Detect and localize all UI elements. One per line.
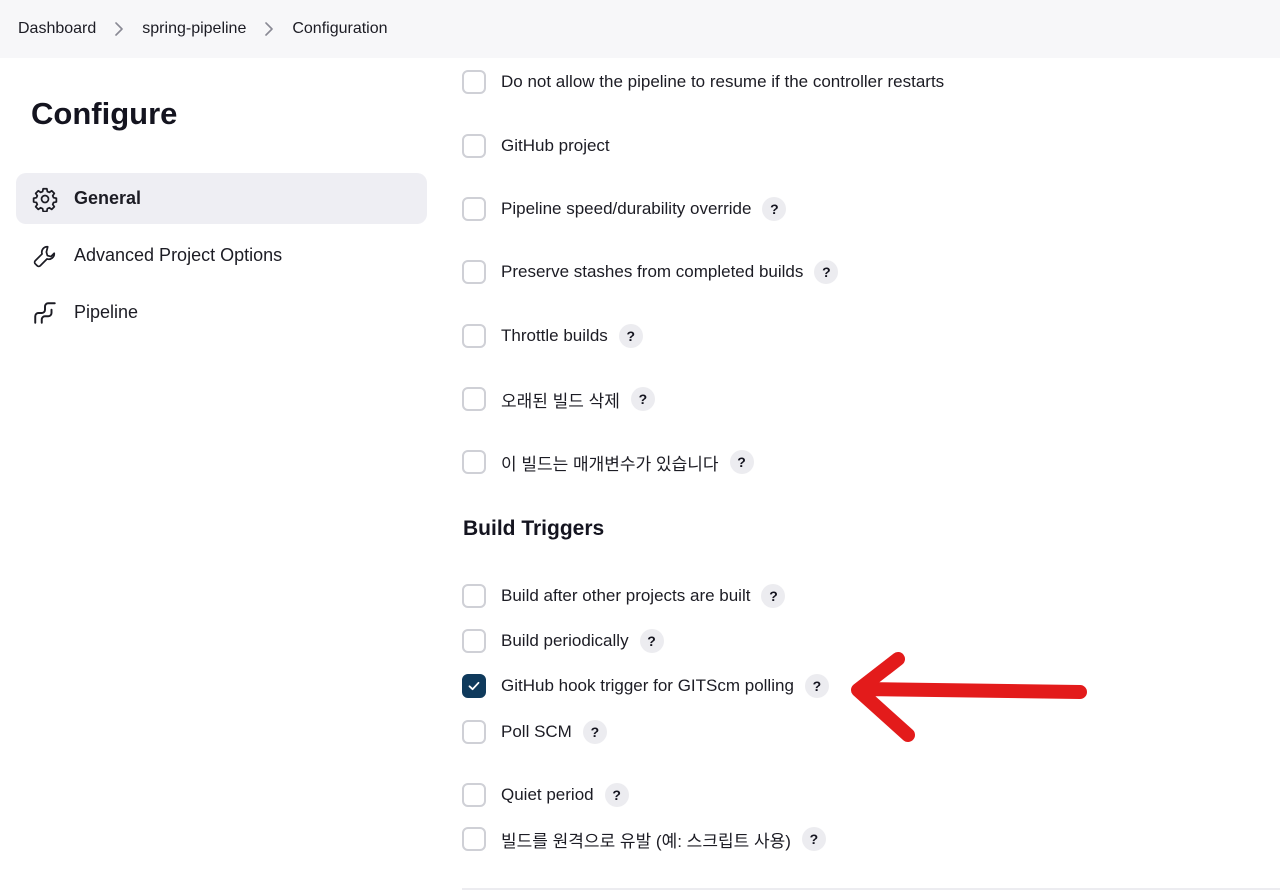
checkbox[interactable]	[462, 134, 486, 158]
breadcrumb: Dashboard spring-pipeline Configuration	[0, 0, 1280, 58]
gear-icon	[31, 185, 59, 213]
option-no-resume: Do not allow the pipeline to resume if t…	[462, 67, 944, 97]
option-label[interactable]: 오래된 빌드 삭제	[501, 387, 620, 412]
option-durability-override: Pipeline speed/durability override ?	[462, 194, 787, 224]
checkbox[interactable]	[462, 720, 486, 744]
trigger-remote-build: 빌드를 원격으로 유발 (예: 스크립트 사용) ?	[462, 824, 826, 854]
option-github-project: GitHub project	[462, 131, 610, 161]
help-icon[interactable]: ?	[630, 387, 655, 411]
help-icon[interactable]: ?	[618, 324, 643, 348]
option-label[interactable]: GitHub hook trigger for GITScm polling	[501, 676, 794, 696]
option-label[interactable]: Build periodically	[501, 631, 629, 651]
checkbox[interactable]	[462, 827, 486, 851]
chevron-right-icon	[263, 22, 275, 36]
option-label[interactable]: GitHub project	[501, 136, 610, 156]
help-icon[interactable]: ?	[801, 827, 826, 851]
option-label[interactable]: 이 빌드는 매개변수가 있습니다	[501, 450, 719, 475]
sidebar-item-general[interactable]: General	[16, 173, 427, 224]
checkbox[interactable]	[462, 197, 486, 221]
option-label[interactable]: Pipeline speed/durability override	[501, 199, 751, 219]
checkbox[interactable]	[462, 783, 486, 807]
option-discard-old-builds: 오래된 빌드 삭제 ?	[462, 384, 655, 414]
divider	[462, 888, 1280, 890]
option-preserve-stashes: Preserve stashes from completed builds ?	[462, 257, 839, 287]
breadcrumb-spring-pipeline[interactable]: spring-pipeline	[142, 20, 246, 38]
option-label[interactable]: Poll SCM	[501, 722, 572, 742]
section-title-build-triggers: Build Triggers	[463, 517, 605, 540]
help-icon[interactable]: ?	[814, 260, 839, 284]
help-icon[interactable]: ?	[639, 629, 664, 653]
help-icon[interactable]: ?	[604, 783, 629, 807]
sidebar-item-advanced-project-options[interactable]: Advanced Project Options	[16, 230, 427, 281]
option-label[interactable]: Quiet period	[501, 785, 594, 805]
option-label[interactable]: 빌드를 원격으로 유발 (예: 스크립트 사용)	[501, 827, 791, 852]
trigger-github-hook: GitHub hook trigger for GITScm polling ?	[462, 671, 829, 701]
checkbox[interactable]	[462, 387, 486, 411]
sidebar-item-label: Pipeline	[74, 302, 139, 322]
trigger-quiet-period: Quiet period ?	[462, 780, 629, 810]
annotation-arrow-icon	[851, 652, 1087, 742]
option-label[interactable]: Build after other projects are built	[501, 586, 750, 606]
option-label[interactable]: Do not allow the pipeline to resume if t…	[501, 72, 944, 92]
breadcrumb-dashboard[interactable]: Dashboard	[18, 20, 96, 38]
checkmark-icon	[468, 681, 480, 691]
option-throttle-builds: Throttle builds ?	[462, 321, 643, 351]
trigger-build-periodically: Build periodically ?	[462, 626, 664, 656]
checkbox[interactable]	[462, 70, 486, 94]
help-icon[interactable]: ?	[729, 450, 754, 474]
breadcrumb-configuration[interactable]: Configuration	[292, 20, 387, 38]
trigger-after-other-projects: Build after other projects are built ?	[462, 581, 786, 611]
checkbox-checked[interactable]	[462, 674, 486, 698]
option-label[interactable]: Preserve stashes from completed builds	[501, 262, 803, 282]
sidebar-item-pipeline[interactable]: Pipeline	[16, 287, 427, 338]
checkbox[interactable]	[462, 584, 486, 608]
option-parameterized: 이 빌드는 매개변수가 있습니다 ?	[462, 447, 754, 477]
checkbox[interactable]	[462, 629, 486, 653]
help-icon[interactable]: ?	[761, 584, 786, 608]
help-icon[interactable]: ?	[762, 197, 787, 221]
option-label[interactable]: Throttle builds	[501, 326, 608, 346]
checkbox[interactable]	[462, 450, 486, 474]
checkbox[interactable]	[462, 260, 486, 284]
pipeline-icon	[31, 299, 59, 327]
wrench-icon	[31, 242, 59, 270]
page-title: Configure	[31, 96, 178, 131]
sidebar-item-label: General	[74, 188, 142, 208]
help-icon[interactable]: ?	[582, 720, 607, 744]
trigger-poll-scm: Poll SCM ?	[462, 717, 607, 747]
help-icon[interactable]: ?	[804, 674, 829, 698]
checkbox[interactable]	[462, 324, 486, 348]
sidebar-item-label: Advanced Project Options	[74, 245, 283, 265]
chevron-right-icon	[113, 22, 125, 36]
